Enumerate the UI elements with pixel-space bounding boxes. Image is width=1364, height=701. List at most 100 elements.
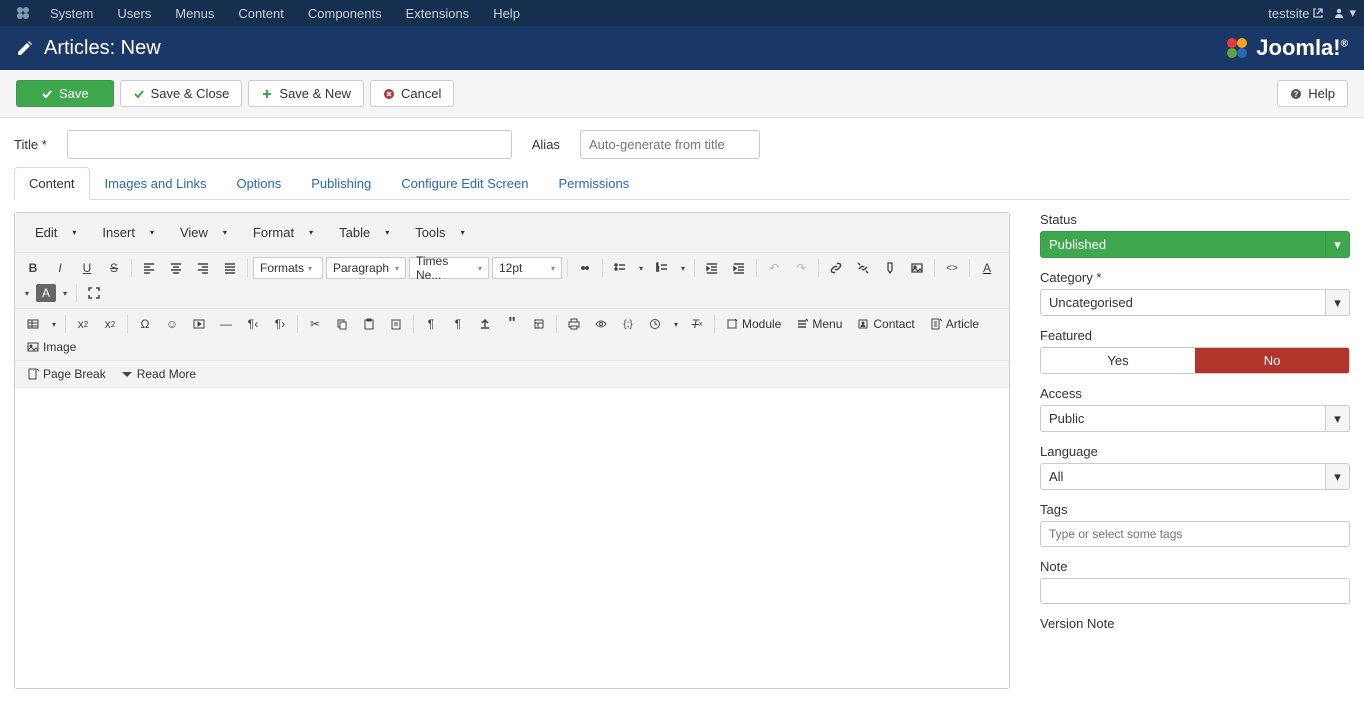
datetime-dropdown-icon[interactable]: ▾ [670, 313, 682, 335]
table-dropdown-icon[interactable]: ▾ [48, 313, 60, 335]
menu-menus[interactable]: Menus [163, 1, 226, 26]
datetime-icon[interactable] [643, 313, 667, 335]
insert-contact-button[interactable]: Contact [851, 315, 920, 333]
menu-help[interactable]: Help [481, 1, 532, 26]
editor-menu-edit[interactable]: Edit▾ [23, 217, 88, 248]
bullet-list-dropdown-icon[interactable]: ▾ [635, 257, 647, 279]
strikethrough-icon[interactable]: S [102, 257, 126, 279]
show-invisible-right-icon[interactable]: ¶ [446, 313, 470, 335]
emoji-icon[interactable]: ☺ [160, 313, 184, 335]
note-input[interactable] [1040, 578, 1350, 604]
editor-menu-insert[interactable]: Insert▾ [90, 217, 166, 248]
rtl-icon[interactable]: ¶› [268, 313, 292, 335]
template-icon[interactable] [527, 313, 551, 335]
table-icon[interactable] [21, 313, 45, 335]
media-icon[interactable] [187, 313, 211, 335]
cut-icon[interactable]: ✂ [303, 313, 327, 335]
superscript-icon[interactable]: x2 [98, 313, 122, 335]
blockquote-icon[interactable]: " [500, 313, 524, 335]
save-button[interactable]: Save [16, 80, 114, 107]
insert-menu-button[interactable]: Menu [790, 315, 848, 333]
status-select[interactable]: Published ▾ [1040, 231, 1350, 258]
hr-icon[interactable]: — [214, 313, 238, 335]
formats-select[interactable]: Formats▾ [253, 257, 323, 279]
upload-icon[interactable] [473, 313, 497, 335]
featured-no-button[interactable]: No [1195, 348, 1349, 373]
title-input[interactable] [67, 130, 512, 159]
number-list-icon[interactable]: 12 [650, 257, 674, 279]
insert-article-button[interactable]: Article [924, 315, 985, 333]
insert-image-button[interactable]: Image [21, 338, 82, 356]
show-invisible-left-icon[interactable]: ¶ [419, 313, 443, 335]
save-close-button[interactable]: Save & Close [120, 80, 243, 107]
preview-icon[interactable] [589, 313, 613, 335]
anchor-icon[interactable] [878, 257, 902, 279]
align-justify-icon[interactable] [218, 257, 242, 279]
alias-input[interactable] [580, 130, 760, 159]
save-new-button[interactable]: Save & New [248, 80, 364, 107]
category-select[interactable]: Uncategorised ▾ [1040, 289, 1350, 316]
font-size-select[interactable]: 12pt▾ [492, 257, 562, 279]
align-left-icon[interactable] [137, 257, 161, 279]
code-sample-icon[interactable]: {;} [616, 313, 640, 335]
redo-icon[interactable]: ↷ [789, 257, 813, 279]
clear-format-icon[interactable]: Tx [685, 313, 709, 335]
subscript-icon[interactable]: x2 [71, 313, 95, 335]
featured-yes-button[interactable]: Yes [1041, 348, 1195, 373]
undo-icon[interactable]: ↶ [762, 257, 786, 279]
text-color-icon[interactable]: A [975, 257, 999, 279]
text-color-dropdown-icon[interactable]: ▾ [21, 282, 33, 304]
editor-menu-table[interactable]: Table▾ [327, 217, 401, 248]
bullet-list-icon[interactable] [608, 257, 632, 279]
image-icon[interactable] [905, 257, 929, 279]
number-list-dropdown-icon[interactable]: ▾ [677, 257, 689, 279]
paste-icon[interactable] [357, 313, 381, 335]
align-right-icon[interactable] [191, 257, 215, 279]
align-center-icon[interactable] [164, 257, 188, 279]
language-select[interactable]: All ▾ [1040, 463, 1350, 490]
italic-icon[interactable]: I [48, 257, 72, 279]
source-code-icon[interactable]: <> [940, 257, 964, 279]
menu-components[interactable]: Components [296, 1, 394, 26]
menu-users[interactable]: Users [105, 1, 163, 26]
underline-icon[interactable]: U [75, 257, 99, 279]
cancel-button[interactable]: Cancel [370, 80, 454, 107]
editor-menu-format[interactable]: Format▾ [241, 217, 325, 248]
joomla-icon[interactable] [8, 1, 38, 26]
print-icon[interactable] [562, 313, 586, 335]
insert-module-button[interactable]: Module [720, 315, 787, 333]
font-select[interactable]: Times Ne...▾ [409, 257, 489, 279]
read-more-button[interactable]: Read More [115, 365, 202, 383]
access-select[interactable]: Public ▾ [1040, 405, 1350, 432]
site-link[interactable]: testsite [1268, 6, 1323, 21]
unlink-icon[interactable] [851, 257, 875, 279]
special-char-icon[interactable]: Ω [133, 313, 157, 335]
fullscreen-icon[interactable] [82, 282, 106, 304]
link-icon[interactable] [824, 257, 848, 279]
indent-icon[interactable] [727, 257, 751, 279]
editor-menu-view[interactable]: View▾ [168, 217, 239, 248]
tab-options[interactable]: Options [221, 167, 296, 199]
bg-color-icon[interactable]: A [36, 284, 56, 302]
menu-content[interactable]: Content [226, 1, 296, 26]
editor-content-area[interactable] [15, 388, 1009, 688]
paste-text-icon[interactable] [384, 313, 408, 335]
tab-images-links[interactable]: Images and Links [90, 167, 222, 199]
ltr-icon[interactable]: ¶‹ [241, 313, 265, 335]
tab-content[interactable]: Content [14, 167, 90, 200]
paragraph-select[interactable]: Paragraph▾ [326, 257, 406, 279]
bold-icon[interactable]: B [21, 257, 45, 279]
menu-extensions[interactable]: Extensions [394, 1, 482, 26]
user-menu[interactable]: ▾ [1333, 5, 1356, 21]
copy-icon[interactable] [330, 313, 354, 335]
tab-configure-edit-screen[interactable]: Configure Edit Screen [386, 167, 543, 199]
bg-color-dropdown-icon[interactable]: ▾ [59, 282, 71, 304]
tab-publishing[interactable]: Publishing [296, 167, 386, 199]
menu-system[interactable]: System [38, 1, 105, 26]
outdent-icon[interactable] [700, 257, 724, 279]
page-break-button[interactable]: Page Break [21, 365, 112, 383]
help-button[interactable]: ? Help [1277, 80, 1348, 107]
tags-input[interactable] [1040, 521, 1350, 547]
find-replace-icon[interactable] [573, 257, 597, 279]
editor-menu-tools[interactable]: Tools▾ [403, 217, 476, 248]
